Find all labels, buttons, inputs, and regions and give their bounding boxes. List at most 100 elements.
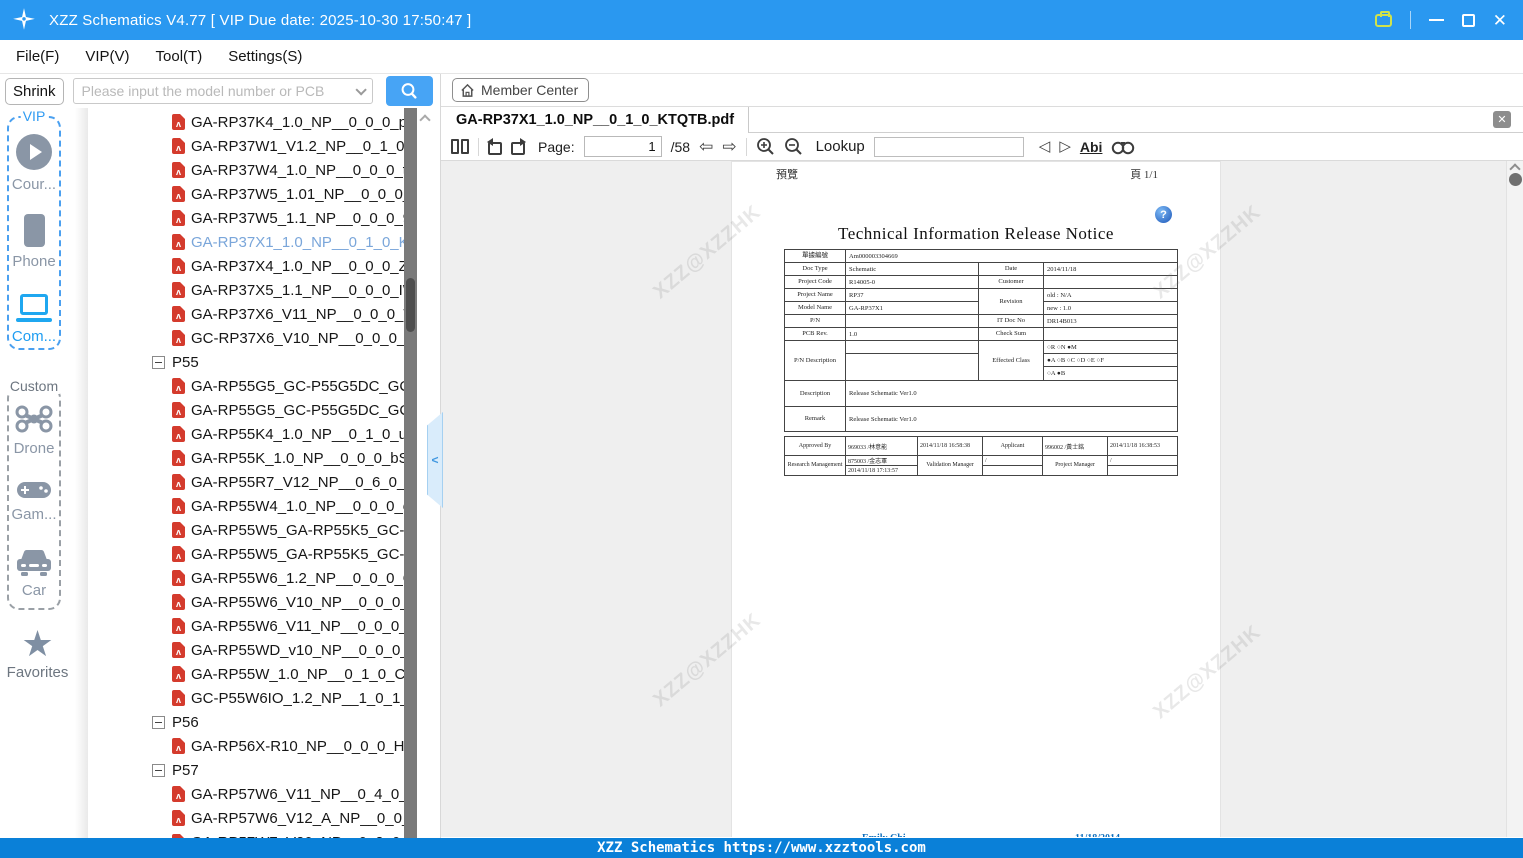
zoom-in-icon[interactable] (756, 137, 775, 156)
tree-file-row[interactable]: ʌ GA-RP55W6_V11_NP__0_0_0_sN (88, 614, 404, 638)
sidebar-item-course[interactable]: Cour... (9, 134, 59, 193)
page-number-input[interactable] (583, 136, 662, 157)
pdf-viewer[interactable]: XZZ@XZZHK XZZ@XZZHK XZZ@XZZHK XZZ@XZZHK … (441, 161, 1523, 837)
tree-file-row[interactable]: ʌ GA-RP55W6_1.2_NP__0_0_0_OR (88, 566, 404, 590)
menu-vip[interactable]: VIP(V) (85, 48, 129, 65)
viewer-scrollbar-thumb[interactable] (1509, 173, 1522, 186)
collapse-minus-icon[interactable] (152, 763, 165, 777)
research-time-value: 2014/11/18 17:13:57 (845, 465, 918, 476)
member-center-button[interactable]: Member Center (452, 78, 590, 102)
search-input[interactable] (81, 80, 350, 102)
tree-file-row[interactable]: ʌ GA-RP37W5_1.1_NP__0_0_0_90I (88, 206, 404, 230)
tree-file-row[interactable]: ʌ GA-RP37X6_V11_NP__0_0_0_WV (88, 302, 404, 326)
tree-file-row[interactable]: ʌ GA-RP37W1_V1.2_NP__0_1_0_Y (88, 134, 404, 158)
tree-file-row[interactable]: ʌ GA-RP37X1_1.0_NP__0_1_0_KTQ (88, 230, 404, 254)
tree-scrollbar[interactable] (404, 108, 417, 838)
tree-file-row[interactable]: ʌGA-RP57W7_V20_NP__0_2_0_K9 (88, 830, 404, 838)
collapse-minus-icon[interactable] (152, 355, 165, 369)
lookup-input[interactable] (873, 136, 1024, 157)
revision-label: Revision (978, 288, 1044, 315)
tree-file-row[interactable]: ʌ GA-RP55K_1.0_NP__0_0_0_bS3C (88, 446, 404, 470)
chevron-down-icon[interactable] (354, 84, 367, 96)
rotate-right-icon[interactable] (511, 137, 526, 155)
sidebar-item-computer[interactable]: Com... (9, 294, 59, 345)
minimize-button[interactable] (1428, 19, 1444, 21)
close-button[interactable]: ✕ (1493, 12, 1507, 29)
find-next-icon[interactable]: ▷ (1059, 139, 1071, 154)
pdf-file-icon: ʌ (172, 378, 185, 394)
sidebar-item-favorites[interactable]: ★ Favorites (0, 626, 75, 682)
vip-briefcase-icon[interactable] (1374, 10, 1392, 27)
tree-group-row[interactable]: P55 (88, 350, 404, 374)
tree-file-row[interactable]: ʌ GA-RP37K4_1.0_NP__0_0_0_pm (88, 110, 404, 134)
it-doc-value: DR14B013 (1042, 314, 1179, 328)
tree-file-row[interactable]: ʌ GA-RP37X4_1.0_NP__0_0_0_ZXc (88, 254, 404, 278)
tree-file-row[interactable]: ʌ GA-RP37W5_1.01_NP__0_0_0_Z (88, 182, 404, 206)
sidebar-item-drone[interactable]: Drone (9, 404, 59, 457)
effected-class-row3: ○A ●B (1042, 366, 1179, 381)
validation-empty (982, 465, 1043, 476)
tree-file-row[interactable]: ʌ GA-RP56X-R10_NP__0_0_0_Hg6 (88, 734, 404, 758)
menu-file[interactable]: File(F) (16, 48, 59, 65)
tree-file-row[interactable]: ʌ GA-RP57W6_V12_A_NP__0_0_0_ (88, 806, 404, 830)
phone-icon (23, 214, 45, 247)
description-label: Description (784, 380, 846, 407)
car-icon (17, 549, 51, 576)
find-prev-icon[interactable]: ◁ (1039, 139, 1051, 154)
pcb-rev-value: 1.0 (845, 327, 979, 341)
tree-item-label: GA-RP37X1_1.0_NP__0_1_0_KTQ (191, 233, 404, 251)
tree-file-row[interactable]: ʌ GA-RP55W_1.0_NP__0_1_0_CcR (88, 662, 404, 686)
tree-file-row[interactable]: ʌ GA-RP55G5_GC-P55G5DC_GC-P (88, 374, 404, 398)
binoculars-icon[interactable] (1111, 139, 1135, 155)
help-icon[interactable]: ? (1155, 206, 1172, 223)
tree-file-row[interactable]: ʌ GA-RP37W4_1.0_NP__0_0_0_tT2 (88, 158, 404, 182)
pdf-file-icon: ʌ (172, 786, 185, 802)
tree-file-row[interactable]: ʌ GA-RP55W6_V10_NP__0_0_0_FA (88, 590, 404, 614)
next-page-icon[interactable]: ⇨ (722, 138, 736, 155)
titlebar-separator (1409, 11, 1411, 29)
viewer-panel: Member Center GA-RP37X1_1.0_NP__0_1_0_KT… (440, 74, 1523, 838)
search-button[interactable] (385, 76, 433, 106)
model-search-combo[interactable] (72, 78, 373, 104)
prev-page-icon[interactable]: ⇦ (699, 138, 713, 155)
tree-group-row[interactable]: P56 (88, 710, 404, 734)
rotate-left-icon[interactable] (487, 137, 502, 155)
tree-file-row[interactable]: ʌ GA-RP55W4_1.0_NP__0_0_0_o7 (88, 494, 404, 518)
scroll-up-icon[interactable] (418, 111, 432, 125)
tree-file-row[interactable]: ʌ GA-RP55W5_GA-RP55K5_GC-P5 (88, 518, 404, 542)
tree-group-row[interactable]: P57 (88, 758, 404, 782)
panel-collapse-handle[interactable]: < (427, 412, 443, 508)
lookup-label: Lookup (815, 138, 865, 155)
tree-file-row[interactable]: ʌ GA-RP37X5_1.1_NP__0_0_0_IWX (88, 278, 404, 302)
viewer-scrollbar[interactable] (1506, 161, 1523, 837)
pdf-file-icon: ʌ (172, 402, 185, 418)
app-logo-icon (13, 8, 35, 30)
menu-tool[interactable]: Tool(T) (156, 48, 203, 65)
match-case-icon[interactable]: Abi (1080, 139, 1103, 155)
shrink-button[interactable]: Shrink (5, 77, 64, 105)
pdf-toolbar: Page: /58 ⇦ ⇨ Lookup ◁ ▷ Abi (441, 133, 1523, 161)
sidebar-item-car[interactable]: Car (9, 548, 59, 599)
sidebar-item-phone[interactable]: Phone (9, 214, 59, 270)
tree-file-row[interactable]: ʌ GA-RP55K4_1.0_NP__0_1_0_u06 (88, 422, 404, 446)
tree-scrollbar-thumb[interactable] (406, 278, 415, 332)
tree-file-row[interactable]: ʌ GC-RP37X6_V10_NP__0_0_0_di7 (88, 326, 404, 350)
document-tab[interactable]: GA-RP37X1_1.0_NP__0_1_0_KTQTB.pdf (441, 106, 750, 133)
tree-file-row[interactable]: ʌ GA-RP57W6_V11_NP__0_4_0_vF (88, 782, 404, 806)
tree-file-row[interactable]: ʌ GA-RP55G5_GC-P55G5DC_GC-P (88, 398, 404, 422)
zoom-out-icon[interactable] (784, 137, 803, 156)
two-page-view-icon[interactable] (451, 139, 469, 154)
pdf-file-icon: ʌ (172, 282, 185, 298)
tree-item-label: GA-RP55W5_GA-RP55K5_GC-P5 (191, 521, 404, 539)
tree-file-row[interactable]: ʌ GA-RP55R7_V12_NP__0_6_0_oV (88, 470, 404, 494)
tree-file-row[interactable]: ʌ GA-RP55W5_GA-RP55K5_GC-P5 (88, 542, 404, 566)
menu-settings[interactable]: Settings(S) (228, 48, 302, 65)
tree-file-row[interactable]: ʌ GC-P55W6IO_1.2_NP__1_0_1_L0 (88, 686, 404, 710)
pdf-file-icon: ʌ (172, 210, 185, 226)
collapse-minus-icon[interactable] (152, 715, 165, 729)
sidebar-item-game[interactable]: Gam... (9, 480, 59, 523)
maximize-button[interactable] (1461, 13, 1475, 27)
tree-file-row[interactable]: ʌ GA-RP55WD_v10_NP__0_0_0_rN (88, 638, 404, 662)
close-tab-icon[interactable]: ✕ (1490, 111, 1511, 128)
sidebar-scroll-strip[interactable] (75, 108, 88, 838)
